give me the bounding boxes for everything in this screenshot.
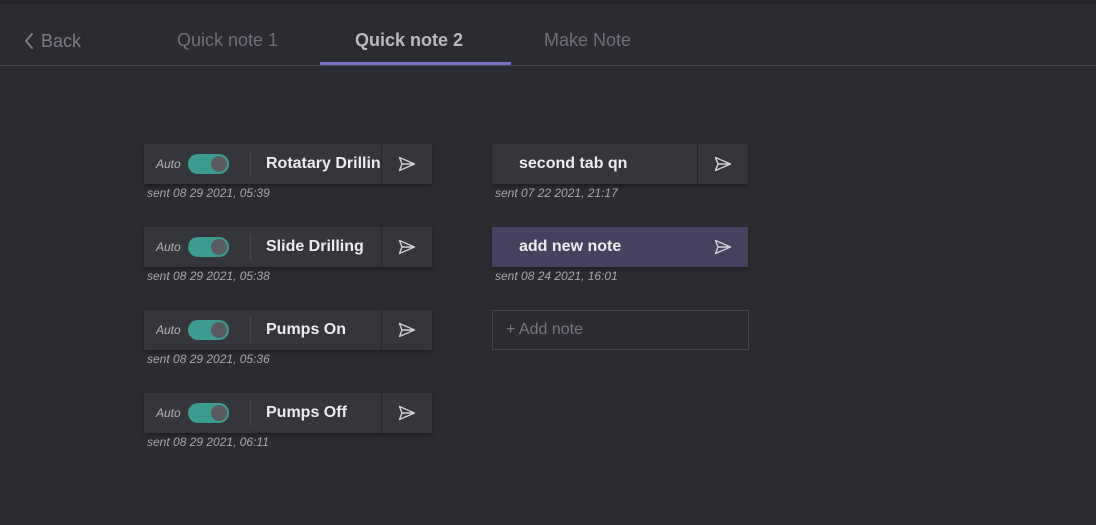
note-title[interactable]: Pumps On — [251, 321, 381, 339]
note-card: Auto Pumps On — [144, 310, 432, 350]
active-tab-indicator — [320, 62, 511, 65]
send-icon — [398, 322, 416, 338]
tab-quick-note-2[interactable]: Quick note 2 — [355, 30, 463, 51]
sent-timestamp: sent 07 22 2021, 21:17 — [495, 186, 618, 200]
note-card-selected: add new note — [492, 227, 748, 267]
auto-label: Auto — [156, 240, 181, 254]
note-card: second tab qn — [492, 144, 748, 184]
send-icon — [398, 239, 416, 255]
send-icon — [714, 239, 732, 255]
chevron-left-icon — [25, 33, 33, 49]
send-button[interactable] — [697, 144, 748, 184]
sent-timestamp: sent 08 24 2021, 16:01 — [495, 269, 618, 283]
sent-timestamp: sent 08 29 2021, 05:38 — [147, 269, 270, 283]
send-button[interactable] — [381, 227, 432, 267]
sent-timestamp: sent 08 29 2021, 05:39 — [147, 186, 270, 200]
send-icon — [398, 405, 416, 421]
back-label: Back — [41, 30, 82, 51]
send-button[interactable] — [381, 393, 432, 433]
auto-toggle[interactable] — [188, 154, 229, 174]
send-button[interactable] — [381, 144, 432, 184]
sent-timestamp: sent 08 29 2021, 06:11 — [147, 435, 269, 449]
send-icon — [714, 156, 732, 172]
auto-label: Auto — [156, 406, 181, 420]
auto-label: Auto — [156, 323, 181, 337]
auto-label: Auto — [156, 157, 181, 171]
tab-bar: Back Quick note 1 Quick note 2 Make Note — [0, 4, 1096, 66]
send-button[interactable] — [381, 310, 432, 350]
note-card: Auto Pumps Off — [144, 393, 432, 433]
auto-toggle[interactable] — [188, 237, 229, 257]
sent-timestamp: sent 08 29 2021, 05:36 — [147, 352, 270, 366]
tab-quick-note-1[interactable]: Quick note 1 — [177, 30, 278, 51]
note-card: Auto Slide Drilling — [144, 227, 432, 267]
note-title[interactable]: Slide Drilling — [251, 238, 381, 256]
toggle-knob — [211, 322, 227, 338]
note-title[interactable]: second tab qn — [492, 155, 697, 173]
toggle-knob — [211, 405, 227, 421]
note-title[interactable]: add new note — [492, 238, 697, 256]
auto-toggle[interactable] — [188, 320, 229, 340]
toggle-knob — [211, 156, 227, 172]
send-button[interactable] — [697, 227, 748, 267]
note-card: Auto Rotatary Drilling — [144, 144, 432, 184]
auto-toggle[interactable] — [188, 403, 229, 423]
send-icon — [398, 156, 416, 172]
note-title[interactable]: Rotatary Drilling — [251, 155, 381, 173]
back-button[interactable]: Back — [24, 30, 81, 52]
toggle-knob — [211, 239, 227, 255]
add-note-button[interactable]: + Add note — [492, 310, 749, 350]
note-title[interactable]: Pumps Off — [251, 404, 381, 422]
tab-make-note[interactable]: Make Note — [544, 30, 631, 51]
